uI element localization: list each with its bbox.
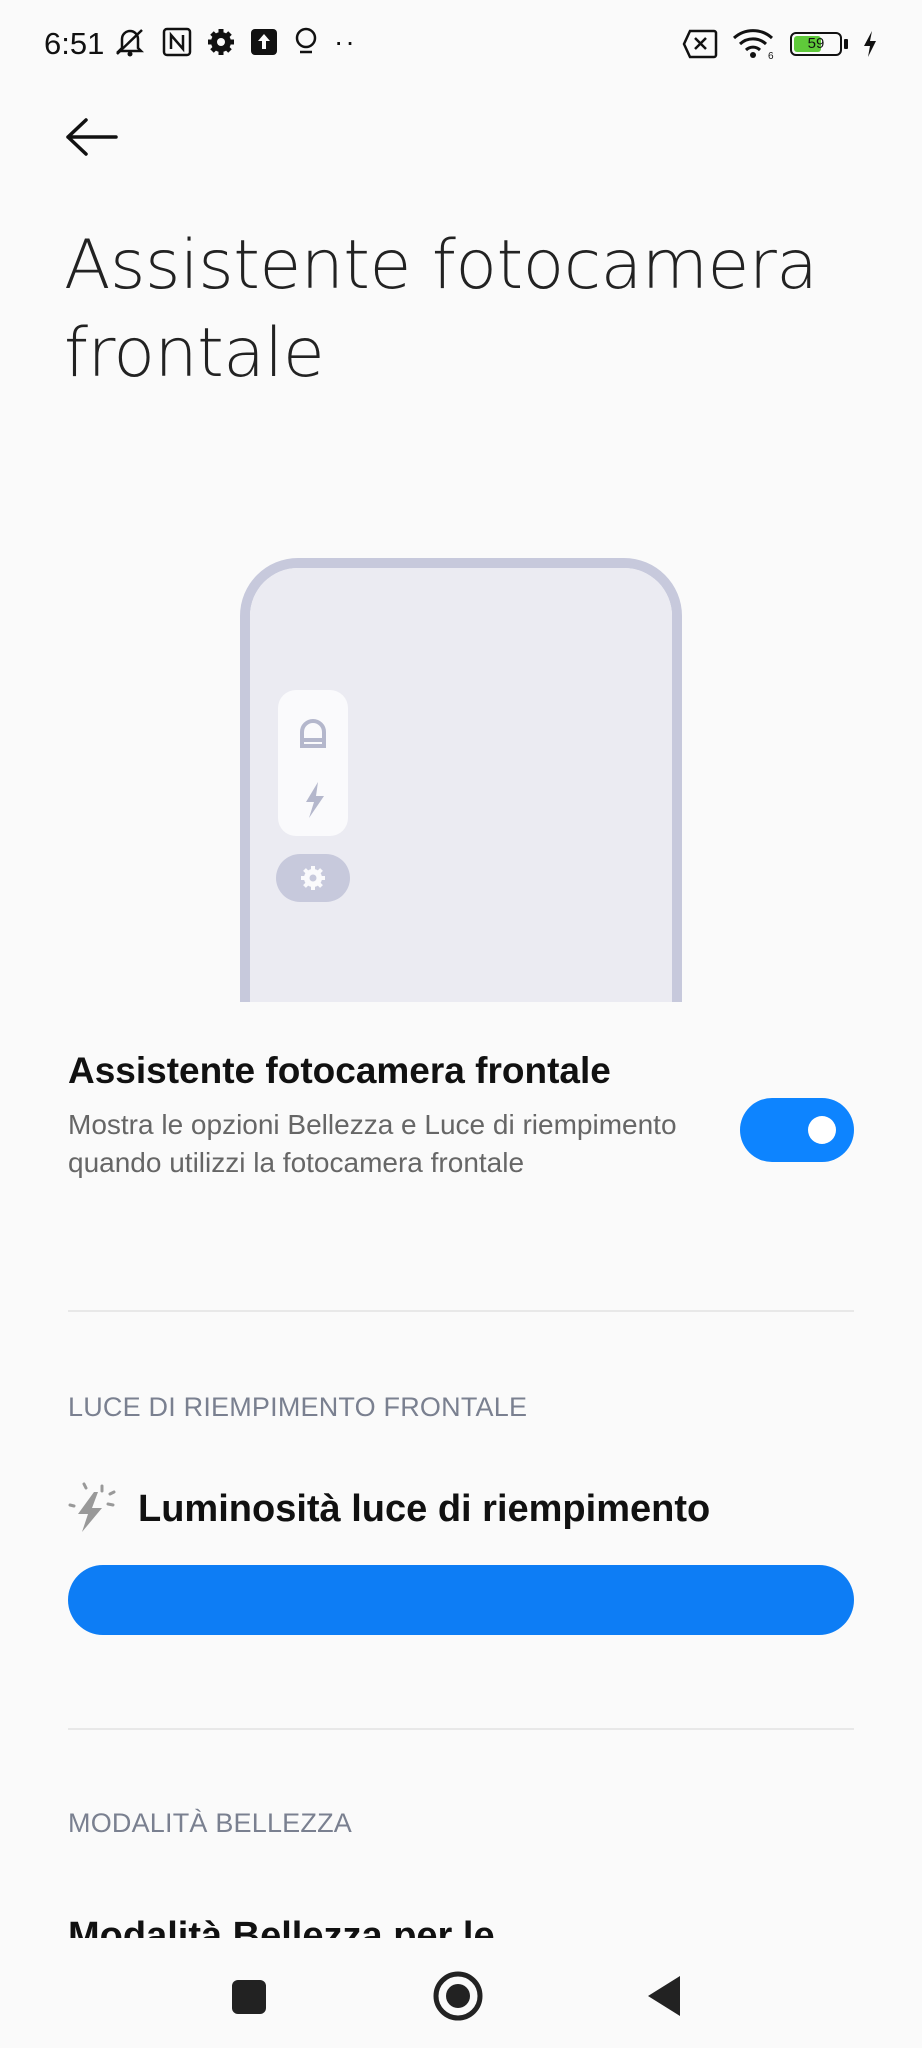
settings-icon (208, 29, 234, 55)
brightness-label: Luminosità luce di riempimento (138, 1487, 711, 1530)
gear-small-icon (301, 866, 325, 890)
front-camera-illustration (240, 558, 682, 1002)
page-title: Assistente fotocamera frontale (64, 226, 818, 393)
navigation-bar (0, 1940, 922, 2048)
battery-icon: 59 (790, 32, 848, 56)
home-circle-icon[interactable] (432, 1970, 484, 2022)
section-header-fill-light: LUCE DI RIEMPIMENTO FRONTALE (68, 1392, 528, 1422)
status-icons-left: ·· (112, 26, 357, 58)
beauty-mode-item-partial[interactable]: Modalità Bellezza per le (68, 1908, 495, 1938)
charging-icon (864, 31, 876, 57)
more-dots-icon: ·· (334, 26, 357, 57)
brightness-row: Luminosità luce di riempimento (68, 1482, 710, 1536)
toggle-knob (808, 1116, 836, 1144)
nfc-icon (162, 27, 192, 57)
back-arrow-icon[interactable] (62, 112, 122, 162)
sparkle-bolt-icon (68, 1482, 116, 1532)
battery-percent: 59 (807, 35, 825, 52)
sim-off-icon (682, 29, 718, 59)
back-triangle-icon[interactable] (644, 1974, 684, 2018)
wifi-icon: 6 (732, 29, 774, 60)
recents-square-icon[interactable] (230, 1978, 268, 2016)
setting-description: Mostra le opzioni Bellezza e Luce di rie… (68, 1109, 677, 1178)
brightness-slider[interactable] (68, 1565, 854, 1635)
status-time: 6:51 (44, 26, 105, 61)
status-bar: 6:51 ·· 6 59 (0, 0, 922, 90)
status-icons-right: 6 59 (682, 28, 878, 60)
divider (68, 1728, 854, 1730)
mute-icon (115, 29, 145, 57)
svg-text:6: 6 (768, 51, 774, 60)
divider (68, 1310, 854, 1312)
bulb-icon (295, 27, 317, 54)
setting-title: Assistente fotocamera frontale (68, 1050, 611, 1091)
section-header-beauty: MODALITÀ BELLEZZA (68, 1808, 352, 1838)
assistant-toggle[interactable] (740, 1098, 854, 1162)
upload-icon (251, 29, 277, 55)
